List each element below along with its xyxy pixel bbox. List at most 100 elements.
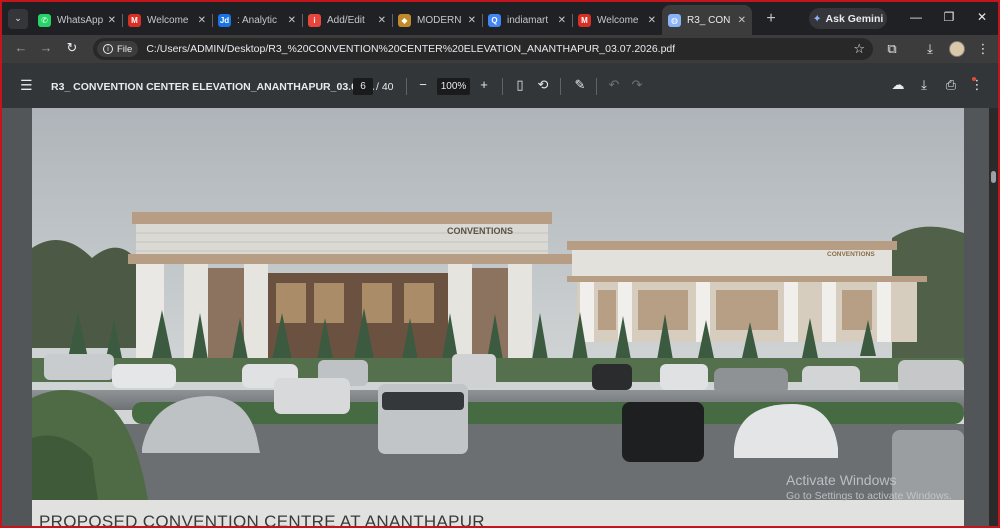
whatsapp-icon: ✆ [38, 13, 51, 27]
plus-icon: + [766, 9, 776, 27]
activate-title: Activate Windows [786, 472, 897, 488]
close-icon: ✕ [976, 10, 988, 24]
gmail-icon: M [578, 13, 591, 27]
gmail-icon: M [128, 13, 141, 27]
downloads-icon[interactable]: ⤓ [922, 41, 938, 57]
page-number-input[interactable] [353, 78, 373, 95]
forward-button[interactable]: → [37, 40, 55, 55]
indiamart-icon: i [308, 13, 321, 27]
page-total: / 40 [376, 81, 394, 93]
page-caption: PROPOSED CONVENTION CENTRE AT ANANTHAPUR [39, 512, 485, 528]
extensions-icon[interactable]: ⧉ [884, 41, 900, 57]
convention-center-render: CONVENTIONS CONVENTIONS [32, 108, 964, 526]
search-icon: Q [488, 13, 501, 27]
site-info-chip[interactable]: i File [97, 41, 139, 57]
modern-icon: ◆ [398, 13, 411, 27]
browser-tab[interactable]: i Add/Edit ✕ [302, 5, 392, 35]
tab-title: Welcome [597, 14, 639, 26]
print-button[interactable]: ⎙ [942, 77, 960, 93]
close-tab-icon[interactable]: ✕ [738, 15, 746, 26]
save-to-drive-button[interactable]: ☁ [889, 77, 907, 93]
tab-title: : Analytic [237, 14, 278, 26]
fit-page-button[interactable]: ▯ [511, 77, 529, 93]
gemini-sparkle-icon: ✦ [812, 12, 822, 25]
undo-button[interactable]: ↶ [605, 77, 623, 93]
info-icon: i [103, 44, 113, 54]
close-tab-icon[interactable]: ✕ [648, 15, 656, 26]
document-title: R3_ CONVENTION CENTER ELEVATION_ANANTHAP… [51, 81, 375, 93]
redo-button[interactable]: ↷ [628, 77, 646, 93]
rotate-icon: ⟲ [537, 77, 549, 92]
tab-title: indiamart [507, 14, 549, 26]
minus-icon: − [419, 77, 427, 92]
reload-icon: ↻ [66, 40, 78, 55]
activate-windows-watermark: Activate Windows Go to Settings to activ… [786, 472, 952, 502]
more-menu-icon[interactable]: ⋮ [975, 41, 991, 57]
minimize-button[interactable]: — [906, 10, 926, 24]
file-chip-label: File [117, 43, 133, 55]
close-tab-icon[interactable]: ✕ [378, 15, 386, 26]
hamburger-menu-icon[interactable]: ☰ [20, 77, 33, 94]
close-tab-icon[interactable]: ✕ [468, 15, 476, 26]
browser-tab[interactable]: ◍ R3_ CON ✕ [662, 5, 752, 35]
activate-subtitle: Go to Settings to activate Windows. [786, 490, 952, 502]
fit-page-icon: ▯ [516, 77, 524, 92]
browser-tab[interactable]: Jd : Analytic ✕ [212, 5, 302, 35]
scrollbar-thumb[interactable] [991, 171, 996, 183]
close-tab-icon[interactable]: ✕ [198, 15, 206, 26]
zoom-input[interactable] [437, 78, 470, 95]
pdf-toolbar: ☰ R3_ CONVENTION CENTER ELEVATION_ANANTH… [2, 63, 998, 108]
browser-toolbar: ← → ↻ i File C:/Users/ADMIN/Desktop/R3_%… [2, 35, 998, 63]
divider [406, 78, 407, 95]
profile-avatar[interactable] [949, 41, 965, 57]
undo-icon: ↶ [608, 77, 620, 92]
close-tab-icon[interactable]: ✕ [288, 15, 296, 26]
tab-list: ✆ WhatsApp ✕ M Welcome ✕ Jd: Analytic ✕ i Add/Edi… [32, 2, 752, 35]
browser-window: ⌄ ✆ WhatsApp ✕ M Welcome ✕ Jd: Analytic ✕ i Add/E… [0, 0, 1000, 528]
download-icon: ⤓ [921, 77, 927, 92]
arrow-right-icon: → [39, 40, 53, 55]
browser-tab[interactable]: Qindiamart ✕ [482, 5, 572, 35]
vertical-scrollbar[interactable] [989, 108, 998, 526]
chevron-down-icon: ⌄ [14, 13, 22, 23]
reload-button[interactable]: ↻ [63, 40, 81, 56]
pdf-page: CONVENTIONS CONVENTIONS PROPOSED CONVENT… [32, 108, 964, 528]
tab-title: MODERN [417, 14, 462, 26]
new-tab-button[interactable]: + [762, 10, 780, 28]
restore-icon: ❐ [943, 10, 955, 24]
browser-tab[interactable]: ✆ WhatsApp ✕ [32, 5, 122, 35]
browser-tab[interactable]: M Welcome ✕ [122, 5, 212, 35]
globe-icon: ◍ [668, 13, 681, 27]
divider [502, 78, 503, 95]
pdf-more-button[interactable]: ⋮ [968, 77, 986, 93]
ask-gemini-label: Ask Gemini [825, 12, 884, 25]
redo-icon: ↷ [631, 77, 643, 92]
plus-icon: + [480, 77, 488, 92]
restore-button[interactable]: ❐ [939, 10, 959, 24]
download-button[interactable]: ⤓ [915, 77, 933, 93]
close-tab-icon[interactable]: ✕ [558, 15, 566, 26]
back-button[interactable]: ← [12, 40, 30, 55]
url-text[interactable]: C:/Users/ADMIN/Desktop/R3_%20CONVENTION%… [146, 43, 675, 55]
zoom-in-button[interactable]: + [475, 77, 493, 92]
pdf-document-area[interactable]: CONVENTIONS CONVENTIONS PROPOSED CONVENT… [2, 108, 998, 528]
bookmark-star-icon[interactable]: ☆ [853, 41, 865, 57]
cloud-add-icon: ☁ [891, 77, 905, 92]
tab-title: Welcome [147, 14, 189, 26]
divider [596, 78, 597, 95]
zoom-out-button[interactable]: − [414, 77, 432, 92]
jd-icon: Jd [218, 13, 231, 27]
ask-gemini-button[interactable]: ✦ Ask Gemini [809, 8, 887, 29]
close-window-button[interactable]: ✕ [972, 10, 992, 24]
close-tab-icon[interactable]: ✕ [108, 15, 116, 26]
browser-tab[interactable]: M Welcome ✕ [572, 5, 662, 35]
minimize-icon: — [910, 10, 922, 24]
address-bar[interactable]: i File C:/Users/ADMIN/Desktop/R3_%20CONV… [93, 38, 873, 60]
tab-search-button[interactable]: ⌄ [8, 8, 28, 29]
browser-tab[interactable]: ◆ MODERN ✕ [392, 5, 482, 35]
pen-icon: ✎ [574, 77, 586, 92]
annotate-button[interactable]: ✎ [571, 77, 589, 93]
divider [560, 78, 561, 95]
rotate-button[interactable]: ⟲ [534, 77, 552, 93]
sign-right: CONVENTIONS [827, 251, 875, 258]
